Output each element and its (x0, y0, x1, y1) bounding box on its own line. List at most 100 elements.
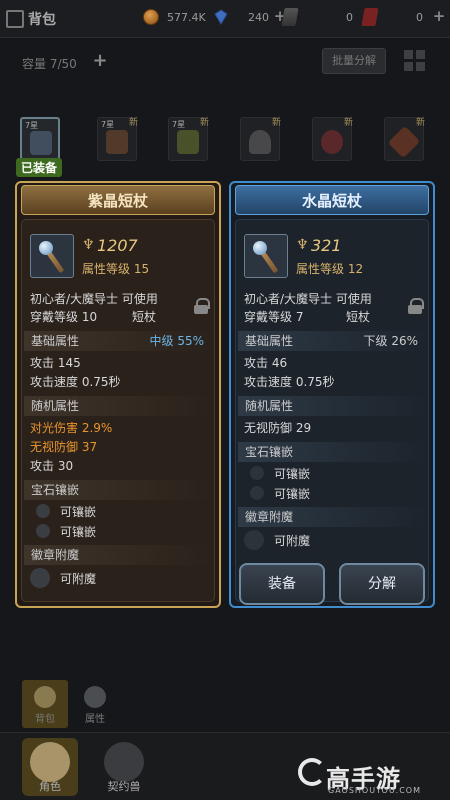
new-badge: 新 (271, 118, 281, 128)
section-label: 基础属性 (31, 334, 80, 348)
gem-header: 宝石镶嵌 (24, 480, 212, 500)
card-body: ♆ 1207 属性等级 15 初心者/大魔导士 可使用 穿戴等级 10 短杖 基… (21, 219, 215, 602)
gem-socket[interactable] (36, 524, 50, 538)
new-badge: 新 (199, 118, 209, 128)
slot-quality: 7星 (25, 121, 39, 130)
bag-icon (34, 686, 56, 708)
gem-socket[interactable] (250, 466, 264, 480)
armor-icon (106, 130, 128, 154)
bag-slot[interactable]: 7星 新 (97, 117, 138, 161)
attack-value: 攻击 46 (244, 356, 288, 370)
tab-label: 角色 (39, 780, 61, 793)
staff-icon (30, 131, 52, 155)
ticket-count: 0 (346, 11, 353, 24)
card-count: 0 (416, 11, 423, 24)
gem-socket[interactable] (36, 504, 50, 518)
tab-label: 契约兽 (107, 780, 141, 793)
bag-slot[interactable]: 新 (312, 117, 353, 161)
back-button[interactable] (0, 4, 26, 32)
badge-header: 徽章附魔 (24, 545, 212, 565)
bag-slot[interactable]: 7星 新 (168, 117, 209, 161)
power-icon: ♆ (296, 237, 309, 253)
slot-quality: 7星 (172, 120, 186, 129)
person-icon (84, 686, 106, 708)
equipped-tag: 已装备 (16, 158, 63, 177)
gem-header: 宝石镶嵌 (238, 442, 426, 462)
random-attr-header: 随机属性 (238, 396, 426, 416)
coin-count: 577.4K (167, 11, 206, 24)
paw-icon (104, 742, 144, 782)
attack-value: 攻击 145 (30, 356, 81, 370)
grid-view-icon[interactable] (404, 50, 426, 72)
character-icon (30, 742, 70, 782)
item-icon (244, 234, 288, 278)
bag-slot[interactable]: 新 (384, 117, 425, 161)
tab-character[interactable]: 角色 (22, 738, 78, 796)
attack-speed: 攻击速度 0.75秒 (244, 375, 335, 389)
usable-class: 初心者/大魔导士 可使用 (30, 292, 158, 306)
card-body: ♆ 321 属性等级 12 初心者/大魔导士 可使用 穿戴等级 7 短杖 基础属… (235, 219, 429, 602)
item-power: 1207 (97, 236, 138, 255)
badge-header: 徽章附魔 (238, 507, 426, 527)
item-icon (30, 234, 74, 278)
wear-level: 穿戴等级 7 (244, 310, 304, 324)
badge-slot-label: 可附魔 (274, 534, 311, 548)
item-level: 属性等级 15 (82, 262, 150, 276)
power-icon: ♆ (82, 237, 95, 253)
bag-slot[interactable]: 7星 (20, 117, 60, 161)
tab-bag[interactable]: 背包 (22, 680, 68, 728)
base-grade: 下级 26% (363, 334, 419, 348)
random-attr-2: 无视防御 37 (30, 440, 98, 454)
item-name: 紫晶短杖 (21, 185, 215, 215)
bag-capacity: 容量 7/50 (22, 57, 77, 71)
hat-icon (249, 130, 271, 154)
staff-orb (253, 241, 267, 255)
card-icon (361, 8, 379, 26)
gem-count: 240 (248, 11, 269, 24)
item-name: 水晶短杖 (235, 185, 429, 215)
base-grade: 中级 55% (149, 334, 205, 348)
random-attr-1: 无视防御 29 (244, 421, 312, 435)
base-attr-header: 基础属性 下级 26% (238, 331, 426, 351)
selected-item-card: 水晶短杖 ♆ 321 属性等级 12 初心者/大魔导士 可使用 穿戴等级 7 短… (229, 181, 435, 608)
new-badge: 新 (343, 118, 353, 128)
page-title: 背包 (28, 12, 56, 28)
gem-slot-label: 可镶嵌 (60, 505, 97, 519)
ticket-icon (281, 8, 299, 26)
top-bar: 背包 577.4K 240 + 0 0 + (0, 0, 450, 38)
lock-icon[interactable] (408, 298, 424, 314)
usable-class: 初心者/大魔导士 可使用 (244, 292, 372, 306)
item-power: 321 (311, 236, 342, 255)
badge-socket[interactable] (30, 568, 50, 588)
equip-button[interactable]: 装备 (239, 563, 325, 605)
tab-label: 背包 (35, 714, 55, 725)
gem-slot-label: 可镶嵌 (60, 525, 97, 539)
bag-slot[interactable]: 新 (240, 117, 281, 161)
lock-icon[interactable] (194, 298, 210, 314)
random-attr-header: 随机属性 (24, 396, 212, 416)
slot-quality: 7星 (101, 120, 115, 129)
watermark-url: GAOSHOUYOU.COM (328, 786, 422, 795)
boots-icon (177, 130, 199, 154)
gem-socket[interactable] (250, 486, 264, 500)
tab-pet[interactable]: 契约兽 (96, 738, 152, 796)
badge-slot-label: 可附魔 (60, 572, 97, 586)
decompose-button[interactable]: 分解 (339, 563, 425, 605)
wear-level: 穿戴等级 10 (30, 310, 98, 324)
tab-label: 属性 (85, 714, 105, 725)
tab-attributes[interactable]: 属性 (72, 680, 118, 728)
potion-icon (321, 130, 343, 154)
random-attr-1: 对光伤害 2.9% (30, 421, 113, 435)
base-attr-header: 基础属性 中级 55% (24, 331, 212, 351)
weapon-type: 短杖 (346, 310, 371, 324)
add-cards-button[interactable]: + (432, 9, 446, 24)
badge-socket[interactable] (244, 530, 264, 550)
expand-capacity-button[interactable]: + (92, 52, 108, 70)
gem-slot-label: 可镶嵌 (274, 487, 311, 501)
batch-decompose-button[interactable]: 批量分解 (322, 48, 386, 74)
watermark-logo-icon (298, 758, 326, 786)
random-attr-3: 攻击 30 (30, 459, 74, 473)
weapon-type: 短杖 (132, 310, 157, 324)
gem-item-icon (387, 125, 421, 159)
attack-speed: 攻击速度 0.75秒 (30, 375, 121, 389)
